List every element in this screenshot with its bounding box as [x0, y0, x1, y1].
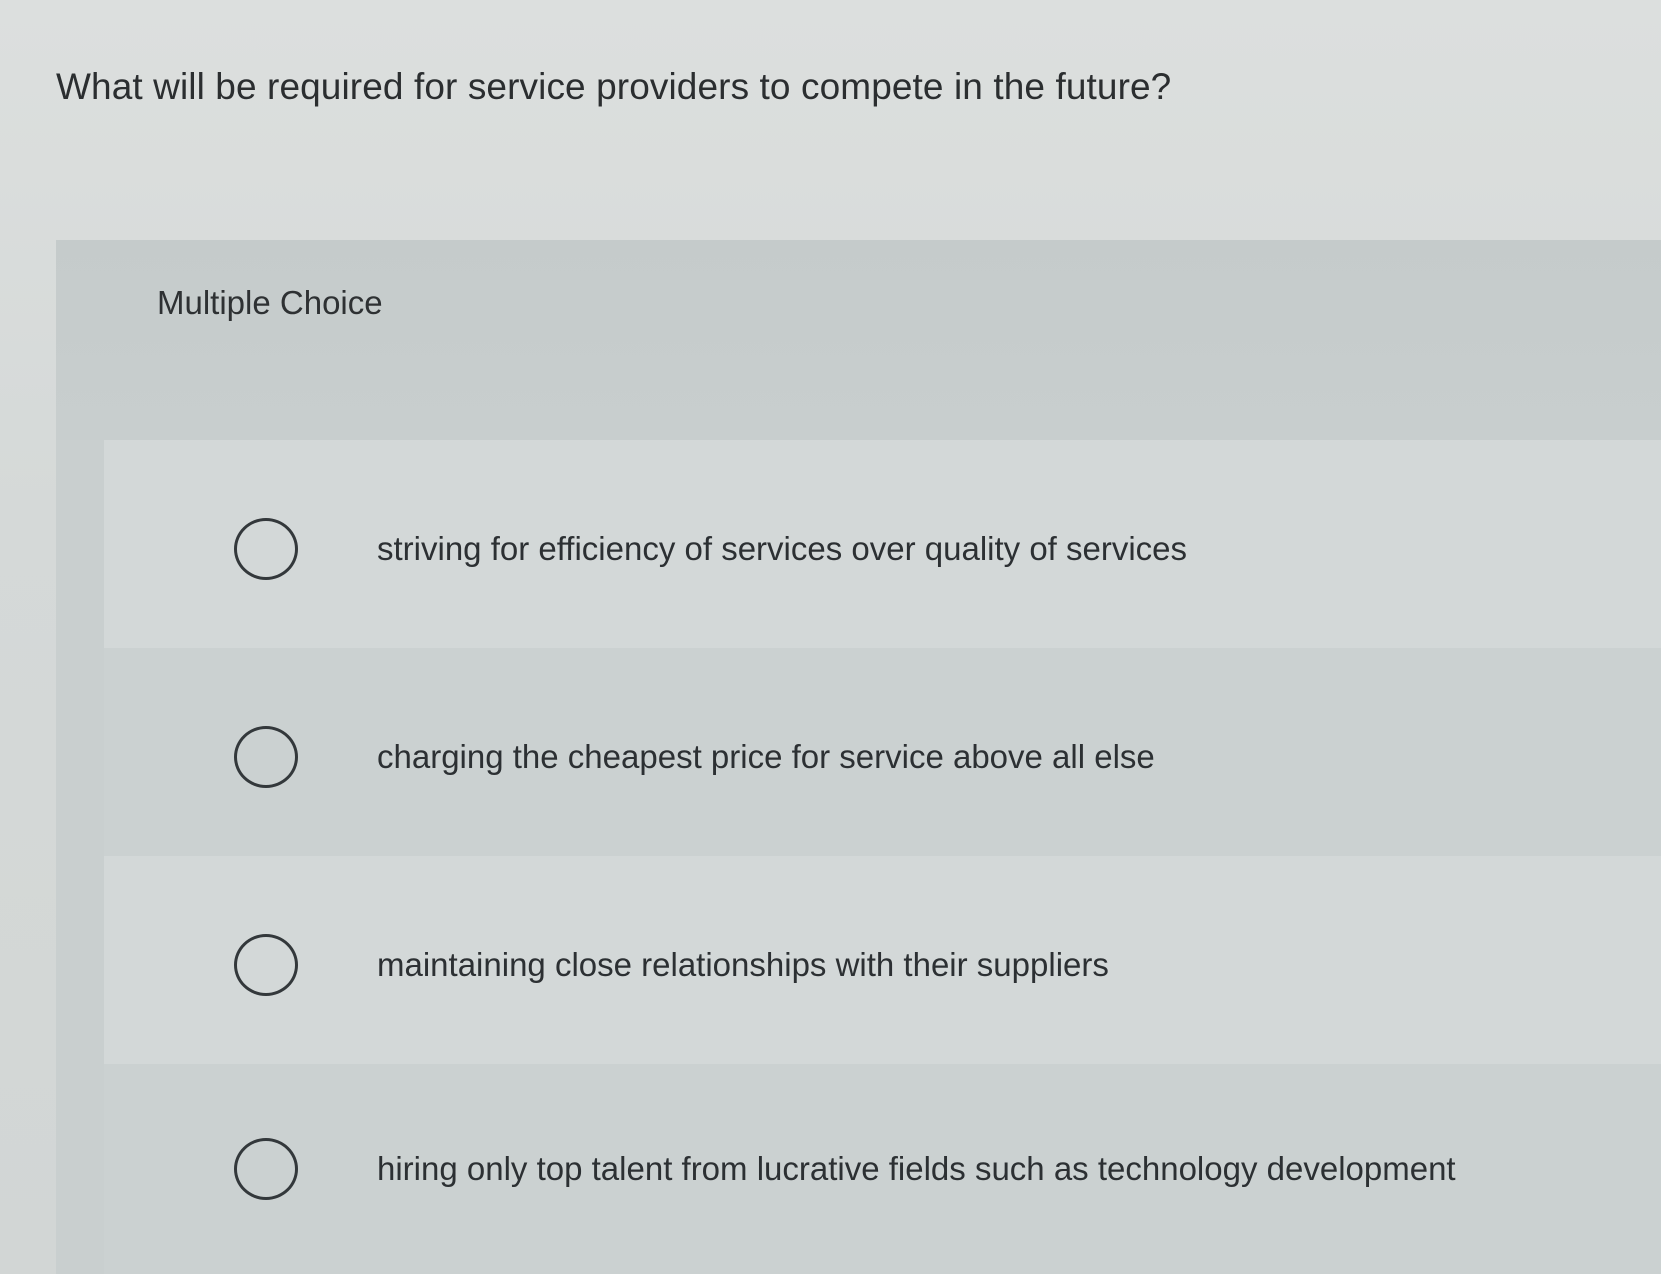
answer-option-2[interactable]: charging the cheapest price for service …: [104, 648, 1661, 865]
answer-option-label: maintaining close relationships with the…: [377, 945, 1109, 983]
answer-option-label: charging the cheapest price for service …: [377, 737, 1155, 775]
panel-header: Multiple Choice: [56, 240, 1661, 440]
answer-option-label: striving for efficiency of services over…: [377, 529, 1188, 567]
answer-option-3[interactable]: maintaining close relationships with the…: [104, 856, 1661, 1073]
radio-button-3[interactable]: [234, 933, 298, 996]
radio-button-1[interactable]: [234, 517, 298, 580]
question-type-label: Multiple Choice: [157, 284, 383, 321]
answer-options: striving for efficiency of services over…: [104, 440, 1661, 1274]
answer-option-4[interactable]: hiring only top talent from lucrative fi…: [104, 1064, 1661, 1274]
question-text: What will be required for service provid…: [56, 66, 1172, 107]
answer-option-1[interactable]: striving for efficiency of services over…: [104, 440, 1661, 657]
answer-option-label: hiring only top talent from lucrative fi…: [377, 1150, 1456, 1187]
radio-button-2[interactable]: [234, 725, 298, 788]
multiple-choice-panel: Multiple Choice striving for efficiency …: [56, 240, 1661, 1274]
radio-button-4[interactable]: [234, 1138, 298, 1200]
quiz-page: What will be required for service provid…: [0, 0, 1661, 1274]
